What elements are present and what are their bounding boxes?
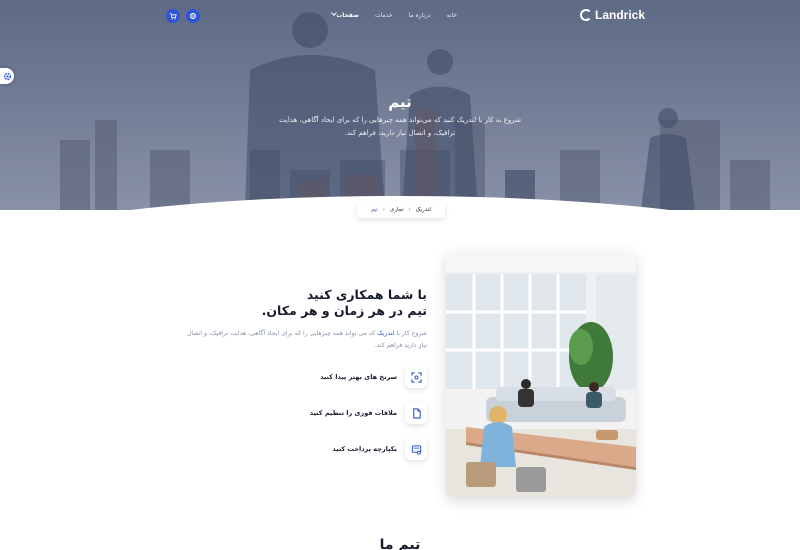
breadcrumb-item-landrick[interactable]: لندریک: [416, 207, 431, 213]
feature-label: ملاقات فوری را تنظیم کنید: [309, 409, 397, 417]
document-icon: [405, 402, 427, 424]
hero-description: شروع به کار با لندریک کنید که می‌تواند ه…: [279, 116, 521, 137]
nav-item-services[interactable]: خدمات: [375, 12, 393, 19]
breadcrumb-item-business[interactable]: تجاری: [390, 207, 404, 213]
about-heading-line1: با شما همکاری کنید: [306, 287, 427, 302]
nav-item-pages[interactable]: صفحات: [329, 10, 359, 19]
office-photo-illustration: [446, 252, 636, 497]
feature-label: سرنخ های بهتر پیدا کنید: [320, 373, 397, 381]
feature-item-leads: سرنخ های بهتر پیدا کنید: [267, 366, 427, 388]
about-heading-line2: تیم در هر زمان و هر مکان.: [261, 303, 427, 318]
top-navbar: Landrick خانه درباره ما خدمات صفحات: [0, 0, 800, 32]
about-lead: شروع کار با لندریک که می تواند همه چیزها…: [177, 328, 427, 352]
gear-icon: [190, 13, 196, 19]
about-heading: با شما همکاری کنید تیم در هر زمان و هر م…: [167, 287, 427, 319]
page-title: تیم: [388, 93, 412, 111]
feature-item-payment: یکپارچه پرداخت کنید: [267, 438, 427, 460]
nav-item-about[interactable]: درباره ما: [409, 12, 431, 19]
team-section-title: تیم ما: [379, 537, 421, 550]
invoice-icon: [405, 438, 427, 460]
chevron-left-icon: ‹: [382, 206, 385, 213]
feature-label: یکپارچه پرداخت کنید: [332, 445, 397, 453]
cart-icon: [169, 13, 177, 20]
logo[interactable]: Landrick: [580, 8, 645, 22]
main-menu: خانه درباره ما خدمات صفحات: [329, 10, 457, 19]
scan-icon: [405, 366, 427, 388]
logo-text: Landrick: [595, 8, 646, 22]
breadcrumb: لندریک ‹ تجاری ‹ تیم: [357, 201, 445, 218]
feature-item-meeting: ملاقات فوری را تنظیم کنید: [267, 402, 427, 424]
lead-brand-link[interactable]: لندریک: [377, 330, 394, 337]
cart-button[interactable]: [166, 9, 180, 23]
logo-icon: [580, 9, 592, 21]
settings-button[interactable]: [186, 9, 200, 23]
office-team-photo: [446, 252, 636, 497]
nav-item-home[interactable]: خانه: [447, 12, 457, 19]
lead-prefix: شروع کار با: [394, 330, 427, 337]
gear-icon: [3, 72, 11, 80]
breadcrumb-item-team: تیم: [371, 206, 378, 213]
nav-item-pages-label: صفحات: [336, 12, 359, 19]
chevron-left-icon: ‹: [408, 206, 411, 213]
